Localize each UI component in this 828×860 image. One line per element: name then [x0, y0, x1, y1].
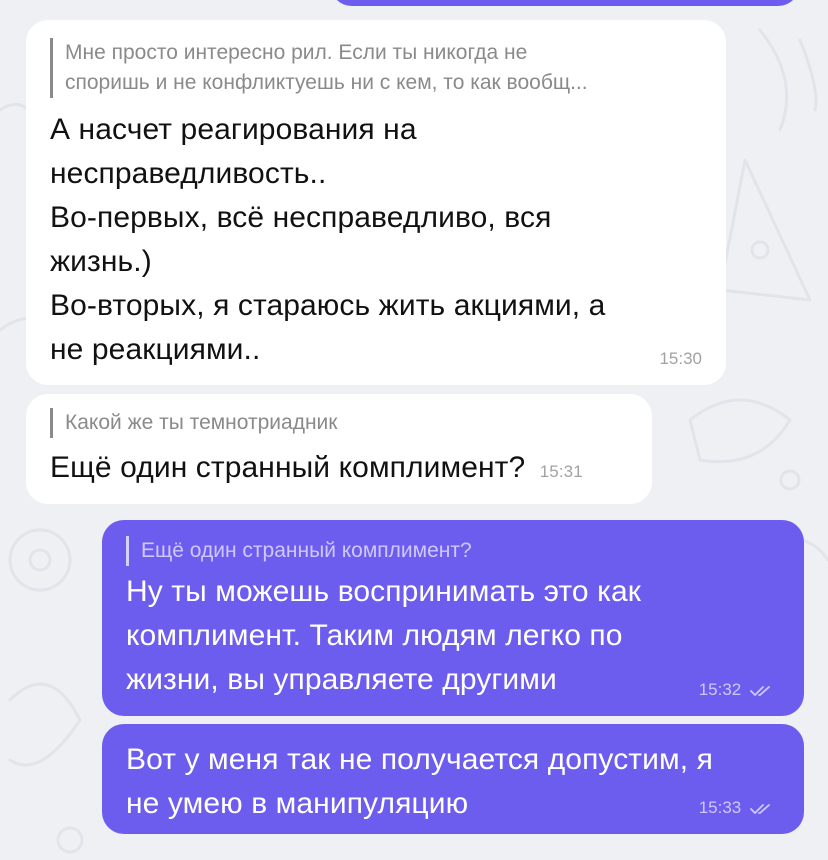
incoming-message[interactable]: Мне просто интересно рил. Если ты никогд… [26, 20, 726, 385]
message-line: Во-вторых, я стараюсь жить акциями, а [50, 289, 606, 322]
message-text: А насчет реагирования на несправедливост… [50, 108, 702, 372]
message-line: Ещё один странный комплимент? [50, 451, 526, 484]
message-time: 15:32 [698, 680, 742, 699]
message-line: не умею в манипуляцию [126, 787, 469, 820]
message-line: не реакциями.. [50, 333, 261, 366]
message-line: несправедливость.. [50, 157, 327, 190]
reply-quote[interactable]: Какой же ты темнотриадник [50, 408, 628, 438]
message-time: 15:30 [659, 349, 702, 368]
tail-doodle-icon [758, 28, 818, 132]
message-line: Во-первых, всё несправедливо, вся [50, 201, 552, 234]
message-text: Ещё один странный комплимент? 15:31 [50, 446, 628, 494]
incoming-message[interactable]: Какой же ты темнотриадник Ещё один стран… [26, 394, 652, 504]
outgoing-message[interactable]: Вот у меня так не получается допустим, я… [102, 724, 804, 834]
double-check-icon [750, 685, 770, 696]
message-text: Вот у меня так не получается допустим, я… [126, 738, 780, 826]
double-check-icon [750, 803, 770, 814]
message-line: жизнь.) [50, 245, 152, 278]
message-line: А насчет реагирования на [50, 113, 417, 146]
reply-quote-line: споришь и не конфликтуешь ни с кем, то к… [65, 71, 588, 94]
outgoing-message[interactable]: Ещё один странный комплимент? Ну ты може… [102, 520, 804, 716]
reply-quote[interactable]: Мне просто интересно рил. Если ты никогд… [50, 38, 702, 98]
message-time-status: 15:33 [699, 798, 772, 818]
message-line: комплимент. Таким людям легко по [126, 619, 623, 652]
previous-outgoing-bubble[interactable] [330, 0, 800, 6]
message-line: Вот у меня так не получается допустим, я [126, 743, 713, 776]
reply-quote-line: Мне просто интересно рил. Если ты никогд… [65, 41, 528, 64]
message-line: Ну ты можешь воспринимать это как [126, 575, 642, 608]
pizza-doodle-icon [718, 158, 812, 302]
reply-quote[interactable]: Ещё один странный комплимент? [126, 536, 780, 566]
message-time-status: 15:32 [699, 680, 772, 700]
message-time: 15:33 [698, 798, 742, 817]
message-line: жизни, вы управляете другими [126, 663, 557, 696]
message-time: 15:31 [539, 462, 583, 481]
donut-doodle-icon [8, 528, 72, 592]
message-text: Ну ты можешь воспринимать это как компли… [126, 570, 780, 702]
